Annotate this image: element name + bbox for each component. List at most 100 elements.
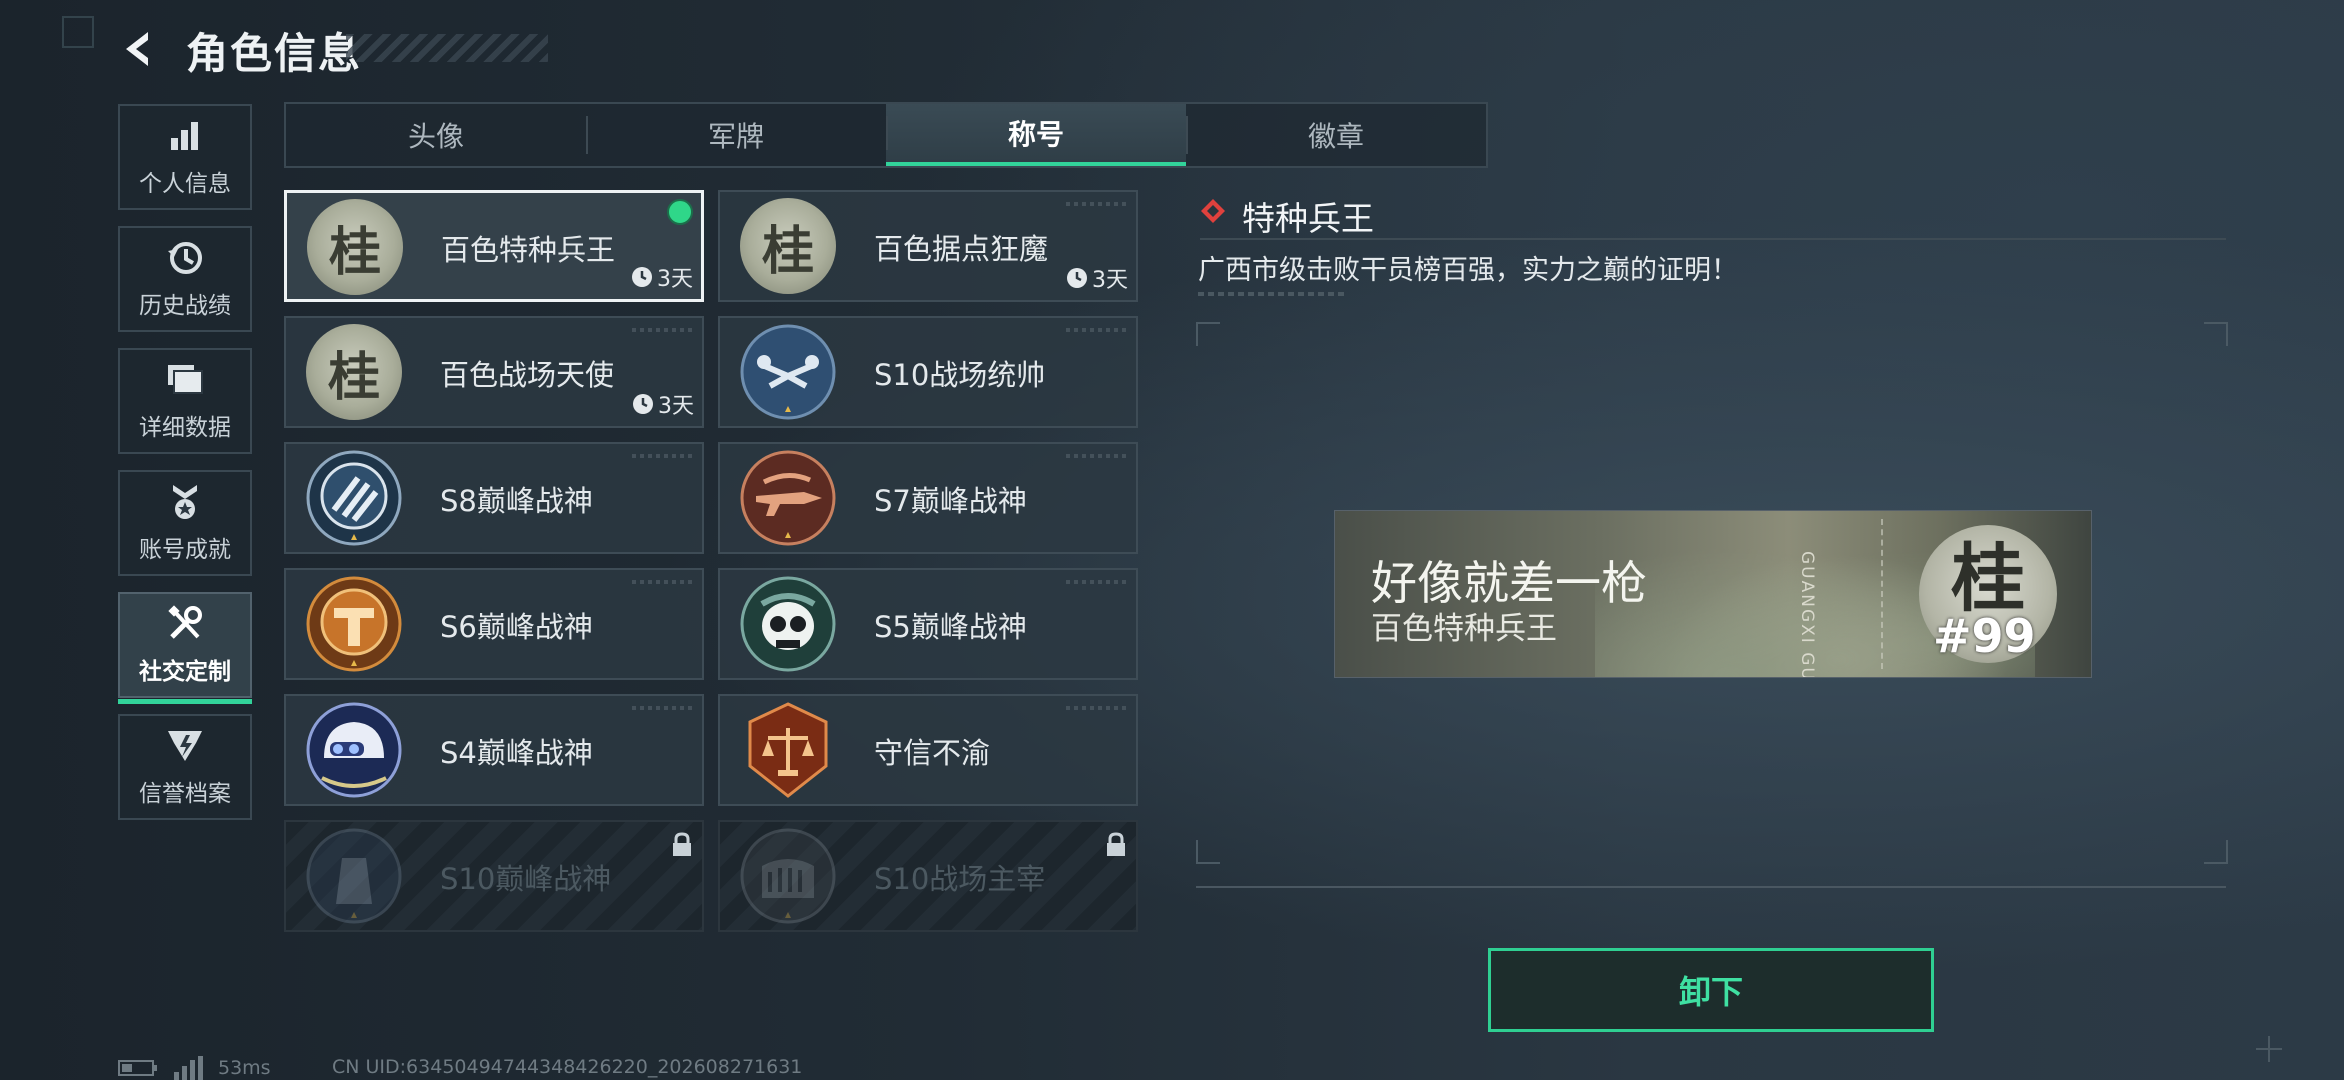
title-card[interactable]: S4巅峰战神 — [284, 694, 704, 806]
unequip-button[interactable]: 卸下 — [1488, 948, 1934, 1032]
title-name: S6巅峰战神 — [440, 610, 593, 644]
card-decoration — [632, 328, 692, 332]
banner-subtitle: 百色特种兵王 — [1371, 611, 1557, 647]
frame-corner — [1196, 322, 1220, 346]
tower-badge — [306, 828, 402, 924]
equipped-indicator — [667, 199, 693, 225]
title-card[interactable]: 守信不渝 — [718, 694, 1138, 806]
title-card-locked[interactable]: S10巅峰战神 — [284, 820, 704, 932]
tab-title[interactable]: 称号 — [886, 104, 1186, 166]
diamond-icon — [1201, 199, 1225, 223]
title-card[interactable]: S10战场统帅 — [718, 316, 1138, 428]
duration-text: 3天 — [658, 394, 694, 419]
title-name: S4巅峰战神 — [440, 736, 593, 770]
gui-emblem: 桂 #99 — [1919, 525, 2057, 663]
banner-side-text: GUANGXI GUI — [1797, 551, 1817, 678]
duration: 3天 — [631, 261, 693, 293]
bar-chart-icon — [165, 116, 205, 156]
duration: 3天 — [1066, 262, 1128, 294]
lock-icon — [1107, 832, 1125, 856]
sidebar-item-label: 详细数据 — [139, 415, 231, 441]
title-name: S10战场统帅 — [874, 358, 1046, 392]
battery-icon — [118, 1060, 157, 1076]
card-decoration — [1066, 580, 1126, 584]
back-arrow-icon — [126, 32, 148, 66]
title-name: 守信不渝 — [874, 736, 991, 770]
title-card[interactable]: 桂 百色战场天使 3天 — [284, 316, 704, 428]
ping-text: 53ms — [218, 1057, 271, 1079]
sidebar-item-profile[interactable]: 个人信息 — [118, 104, 252, 210]
tab-dog-tag[interactable]: 军牌 — [586, 104, 886, 166]
detail-title: 特种兵王 — [1242, 199, 1374, 238]
duration-text: 3天 — [1092, 268, 1128, 293]
card-decoration — [632, 706, 692, 710]
sidebar-item-label: 历史战绩 — [139, 293, 231, 319]
sidebar-item-details[interactable]: 详细数据 — [118, 348, 252, 454]
card-decoration — [1066, 454, 1126, 458]
sidebar-item-achievements[interactable]: 账号成就 — [118, 470, 252, 576]
card-decoration — [1066, 328, 1126, 332]
colosseum-badge — [740, 828, 836, 924]
frame-corner — [2204, 840, 2228, 864]
page-title: 角色信息 — [186, 29, 363, 78]
sidebar-item-label: 账号成就 — [139, 537, 231, 563]
title-name: 百色战场天使 — [440, 358, 615, 392]
rank-number: #99 — [1933, 609, 2036, 663]
title-name: S8巅峰战神 — [440, 484, 593, 518]
sidebar-item-history[interactable]: 历史战绩 — [118, 226, 252, 332]
title-name: S10巅峰战神 — [440, 862, 612, 896]
corner-frame — [62, 16, 94, 48]
title-banner-preview: 好像就差一枪 百色特种兵王 GUANGXI GUI 桂 #99 — [1334, 510, 2092, 678]
helmet-badge — [306, 702, 402, 798]
divider — [1200, 238, 2226, 240]
clock-icon — [632, 267, 652, 287]
detail-description: 广西市级击败干员榜百强，实力之巅的证明！ — [1198, 255, 1738, 286]
t-shield-badge — [306, 576, 402, 672]
gui-emblem-badge: 桂 — [740, 198, 836, 294]
gui-emblem-badge: 桂 — [306, 324, 402, 420]
title-name: 百色特种兵王 — [441, 233, 616, 267]
sidebar-item-label: 信誉档案 — [139, 781, 231, 807]
title-card[interactable]: 桂 百色特种兵王 3天 — [284, 190, 704, 302]
sidebar-item-label: 社交定制 — [139, 659, 231, 685]
duration: 3天 — [632, 388, 694, 420]
duration-text: 3天 — [657, 267, 693, 292]
card-decoration — [1066, 202, 1126, 206]
back-button[interactable] — [118, 28, 160, 70]
title-card-locked[interactable]: S10战场主宰 — [718, 820, 1138, 932]
title-card[interactable]: S7巅峰战神 — [718, 442, 1138, 554]
card-decoration — [1066, 706, 1126, 710]
title-name: 百色据点狂魔 — [874, 232, 1049, 266]
title-card[interactable]: S6巅峰战神 — [284, 568, 704, 680]
lock-icon — [673, 832, 691, 856]
gui-emblem-badge: 桂 — [307, 199, 403, 295]
sidebar-item-social-customization[interactable]: 社交定制 — [118, 592, 252, 704]
title-stripes-decoration — [346, 34, 548, 62]
title-card[interactable]: 桂 百色据点狂魔 3天 — [718, 190, 1138, 302]
clock-icon — [1067, 268, 1087, 288]
title-name: S10战场主宰 — [874, 862, 1046, 896]
status-bar: 53ms — [118, 1056, 271, 1080]
sidebar-item-credit[interactable]: 信誉档案 — [118, 714, 252, 820]
tab-badge[interactable]: 徽章 — [1186, 104, 1486, 166]
clock-icon — [633, 394, 653, 414]
ticket-perforation — [1881, 519, 1883, 669]
crosshair-icon — [2256, 1036, 2282, 1062]
scales-badge — [740, 702, 836, 798]
tab-avatar[interactable]: 头像 — [286, 104, 586, 166]
history-clock-icon — [165, 238, 205, 278]
title-name: S7巅峰战神 — [874, 484, 1027, 518]
category-tabs: 头像 军牌 称号 徽章 — [284, 102, 1488, 168]
achievement-medal-icon — [165, 482, 205, 522]
title-card[interactable]: S5巅峰战神 — [718, 568, 1138, 680]
card-decoration — [632, 580, 692, 584]
sidebar-item-label: 个人信息 — [139, 171, 231, 197]
frame-corner — [1196, 840, 1220, 864]
wrench-screwdriver-icon — [165, 604, 205, 644]
title-card[interactable]: S8巅峰战神 — [284, 442, 704, 554]
credit-shield-icon — [165, 726, 205, 766]
folder-icon — [165, 360, 205, 400]
skull-badge — [740, 576, 836, 672]
stripes-badge — [306, 450, 402, 546]
drone-badge — [740, 324, 836, 420]
